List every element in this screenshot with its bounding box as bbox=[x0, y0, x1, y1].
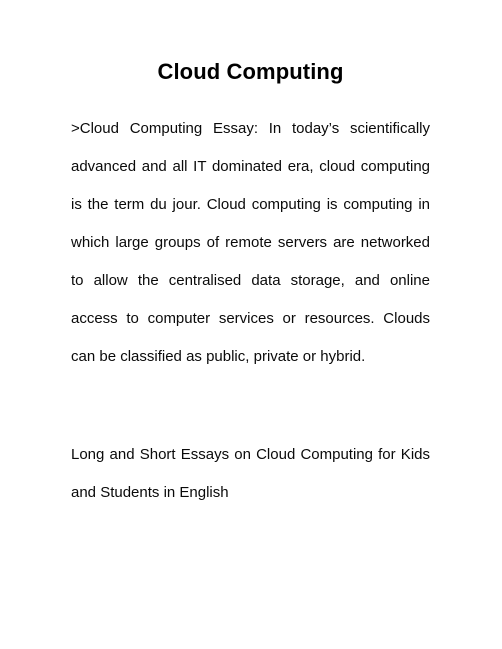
document-page: Cloud Computing >Cloud Computing Essay: … bbox=[0, 0, 502, 649]
page-title: Cloud Computing bbox=[157, 59, 344, 84]
body-paragraph-2: Long and Short Essays on Cloud Computing… bbox=[71, 446, 430, 501]
body-paragraph-1: >Cloud Computing Essay: In today’s scien… bbox=[71, 120, 430, 365]
